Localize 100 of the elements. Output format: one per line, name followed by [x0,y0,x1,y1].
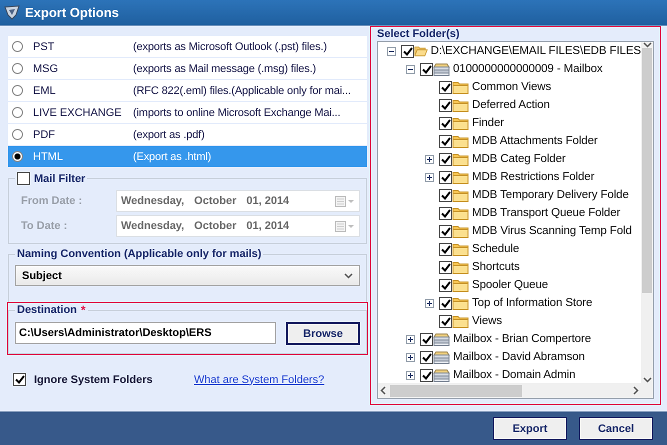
expand-icon[interactable] [425,154,434,164]
radio-button[interactable] [12,41,23,52]
radio-button[interactable] [12,151,23,162]
radio-button[interactable] [12,107,23,118]
tree-item[interactable]: 0100000000000009 - Mailbox [453,63,603,75]
tree-item[interactable]: MDB Categ Folder [472,153,566,165]
folder-icon [452,314,469,328]
ignore-checkbox[interactable] [13,373,26,386]
tree-item[interactable]: MDB Temporary Delivery Folde [472,189,629,201]
tree-checkbox[interactable] [439,116,452,130]
radio-button[interactable] [12,129,23,140]
folder-icon [452,152,469,166]
folder-icon [452,296,469,310]
tree-checkbox[interactable] [439,170,452,184]
tree-checkbox[interactable] [439,98,452,112]
expand-icon[interactable] [425,172,434,182]
scroll-left-icon [380,386,386,395]
tree-item[interactable]: MDB Restrictions Folder [472,171,594,183]
radio-button[interactable] [12,85,23,96]
group-title: Destination [17,304,77,316]
tree-item[interactable]: Mailbox - David Abramson [453,351,585,363]
scroll-up-icon [642,42,652,48]
folder-icon [452,134,469,148]
tree-item[interactable]: D:\EXCHANGE\EMAIL FILES\EDB FILES [430,45,641,57]
scroll-down-icon [642,377,652,383]
expand-icon[interactable] [425,298,434,308]
folder-icon [452,260,469,274]
collapse-icon[interactable] [406,64,415,74]
expand-icon[interactable] [406,334,415,344]
collapse-icon[interactable] [387,46,396,56]
expand-icon[interactable] [406,370,415,380]
folder-icon [452,170,469,184]
browse-button[interactable]: Browse [286,322,360,345]
horizontal-scrollbar[interactable] [378,383,641,398]
date-picker[interactable]: Wednesday, October 01, 2014 [116,215,360,237]
tree-checkbox[interactable] [439,260,452,274]
tree-item[interactable]: Mailbox - Brian Compertore [453,333,592,345]
tree-checkbox[interactable] [439,152,452,166]
format-option[interactable]: PDF (export as .pdf) [8,124,367,145]
folder-icon [452,188,469,202]
tree-item[interactable]: MDB Attachments Folder [472,135,598,147]
ignore-label: Ignore System Folders [34,374,154,386]
date-label: From Date : [20,195,84,207]
folder-icon [452,116,469,130]
tree-item[interactable]: Schedule [472,243,520,255]
tree-checkbox[interactable] [439,314,452,328]
tree-item[interactable]: Shortcuts [472,261,520,273]
tree-item[interactable]: Finder [472,117,504,129]
path-field[interactable]: C:\Users\Administrator\Desktop\ERS [15,322,276,344]
tree-checkbox[interactable] [420,350,433,364]
tree-checkbox[interactable] [439,224,452,238]
format-option[interactable]: MSG (exports as Mail message (.msg) files.) [8,58,367,79]
naming-dropdown[interactable]: Subject [15,265,360,286]
mailbox-stack-icon [433,62,450,76]
tree-checkbox[interactable] [439,206,452,220]
tree-item[interactable]: Common Views [472,81,552,93]
group-title: Naming Convention (Applicable only for mails) [17,248,262,260]
mailbox-stack-icon [433,350,450,364]
tree-item[interactable]: Mailbox - Domain Admin [453,369,576,381]
dialog-button[interactable]: Cancel [579,417,653,440]
format-option[interactable]: EML (RFC 822(.eml) files.(Applicable only for mai... [8,80,367,101]
tree-item[interactable]: Views [472,315,502,327]
tree-checkbox[interactable] [439,134,452,148]
folder-icon [452,98,469,112]
vertical-scrollbar[interactable] [641,42,653,383]
scroll-right-icon [633,386,639,395]
expand-icon[interactable] [406,352,415,362]
tree-checkbox[interactable] [401,44,414,58]
tree-checkbox[interactable] [420,368,433,382]
tree-item[interactable]: Top of Information Store [472,297,592,309]
help-link[interactable]: What are System Folders? [194,374,324,386]
tree-checkbox[interactable] [439,278,452,292]
required-mark: * [80,303,86,317]
tree-checkbox[interactable] [439,80,452,94]
tree-checkbox[interactable] [439,296,452,310]
window-title: Export Options [25,5,119,20]
tree-item[interactable]: MDB Transport Queue Folder [472,207,620,219]
calendar-icon [335,220,355,232]
tree-checkbox[interactable] [439,242,452,256]
date-picker[interactable]: Wednesday, October 01, 2014 [116,190,360,212]
folder-icon [452,242,469,256]
open-folder-icon [414,44,428,58]
tree-item[interactable]: Deferred Action [472,99,550,111]
tree-item[interactable]: MDB Virus Scanning Temp Fold [472,225,632,237]
tree-checkbox[interactable] [420,332,433,346]
mail-filter-label: Mail Filter [34,172,86,184]
format-option[interactable]: PST (exports as Microsoft Outlook (.pst) files.) [8,36,367,57]
dialog-button[interactable]: Export [493,417,567,440]
folder-icon [452,278,469,292]
calendar-icon [335,196,355,206]
scrollbar-corner [641,383,653,398]
mailbox-stack-icon [433,332,450,346]
date-label: To Date : [20,220,68,232]
format-option[interactable]: LIVE EXCHANGE (imports to online Microsoft Exchange Mai... [8,102,367,123]
mail-filter-checkbox[interactable] [17,172,30,185]
tree-checkbox[interactable] [439,188,452,202]
tree-item[interactable]: Spooler Queue [472,279,548,291]
tree-checkbox[interactable] [420,62,433,76]
app-logo-icon [4,5,20,20]
radio-button[interactable] [12,63,23,74]
